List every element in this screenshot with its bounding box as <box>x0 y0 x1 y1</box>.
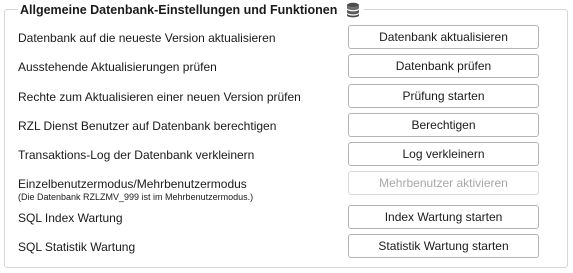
start-index-maintenance-button[interactable]: Index Wartung starten <box>348 205 539 229</box>
shrink-log-button[interactable]: Log verkleinern <box>348 142 539 166</box>
shrink-log-label: Transaktions-Log der Datenbank verkleine… <box>18 148 255 162</box>
check-updates-label: Ausstehende Aktualisierungen prüfen <box>18 60 217 74</box>
check-rights-label: Rechte zum Aktualisieren einer neuen Ver… <box>18 90 301 104</box>
group-header: Allgemeine Datenbank-Einstellungen und F… <box>18 1 365 19</box>
index-maintenance-label: SQL Index Wartung <box>18 211 123 225</box>
update-database-button[interactable]: Datenbank aktualisieren <box>348 25 539 49</box>
user-mode-status-text: (Die Datenbank RZLZMV_999 ist im Mehrben… <box>18 192 254 202</box>
update-database-label: Datenbank auf die neueste Version aktual… <box>18 31 276 45</box>
database-icon <box>347 2 360 18</box>
grant-rights-button[interactable]: Berechtigen <box>348 113 539 137</box>
service-user-rights-label: RZL Dienst Benutzer auf Datenbank berech… <box>18 119 277 133</box>
check-database-button[interactable]: Datenbank prüfen <box>348 54 539 78</box>
activate-multiuser-button[interactable]: Mehrbenutzer aktivieren <box>348 171 539 195</box>
start-check-button[interactable]: Prüfung starten <box>348 84 539 108</box>
statistics-maintenance-label: SQL Statistik Wartung <box>18 240 136 254</box>
start-statistics-maintenance-button[interactable]: Statistik Wartung starten <box>348 234 539 258</box>
group-title: Allgemeine Datenbank-Einstellungen und F… <box>20 3 338 17</box>
user-mode-label: Einzelbenutzermodus/Mehrbenutzermodus <box>18 177 247 191</box>
